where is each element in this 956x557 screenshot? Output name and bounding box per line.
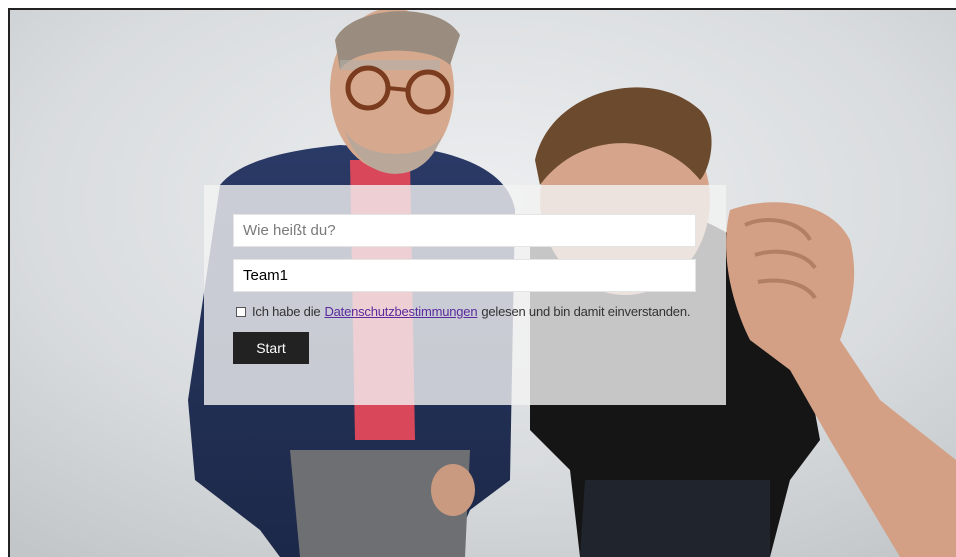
page-frame: Ich habe die Datenschutzbestimmungen gel… (8, 8, 956, 557)
consent-checkbox[interactable] (236, 306, 246, 317)
start-button[interactable]: Start (233, 332, 309, 364)
privacy-policy-link[interactable]: Datenschutzbestimmungen (324, 304, 477, 319)
name-input[interactable] (233, 214, 696, 247)
consent-text-after: gelesen und bin damit einverstanden. (481, 304, 691, 319)
team-input[interactable] (233, 259, 696, 292)
consent-row: Ich habe die Datenschutzbestimmungen gel… (236, 304, 716, 319)
login-panel: Ich habe die Datenschutzbestimmungen gel… (204, 185, 726, 405)
consent-text-before: Ich habe die (252, 304, 321, 319)
